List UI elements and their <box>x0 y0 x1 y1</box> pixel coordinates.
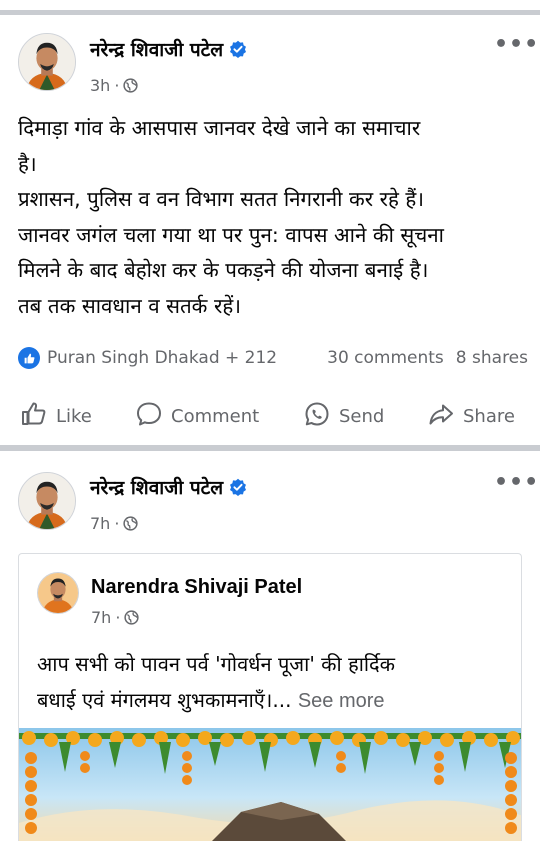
globe-icon <box>123 78 139 93</box>
post1-line: है। <box>18 151 37 176</box>
post-separator <box>0 445 540 451</box>
more-options-icon[interactable]: ••• <box>494 32 539 57</box>
post1-shares-count[interactable]: 8 shares <box>456 348 528 368</box>
post2-meta: 7h · <box>90 514 139 533</box>
post1-comments-count[interactable]: 30 comments <box>327 348 444 368</box>
shared-post-card[interactable]: Narendra Shivaji Patel 7h · आप सभी को पा… <box>18 553 522 841</box>
shared-post-meta: 7h · <box>91 608 140 627</box>
more-options-icon[interactable]: ••• <box>494 470 539 495</box>
post1-text: दिमाड़ा गांव के आसपास जानवर देखे जाने का… <box>18 111 528 324</box>
post2-time[interactable]: 7h <box>90 514 110 533</box>
like-thumb-icon <box>20 400 48 433</box>
like-button[interactable]: Like <box>20 396 92 436</box>
globe-icon <box>123 516 139 531</box>
like-reaction-icon <box>18 347 40 369</box>
comment-label: Comment <box>171 405 260 427</box>
festival-banner-image[interactable] <box>19 728 521 841</box>
post2-avatar[interactable] <box>18 472 76 530</box>
top-separator <box>0 10 540 15</box>
post1-meta: 3h · <box>90 76 139 95</box>
share-button[interactable]: Share <box>427 396 515 436</box>
verified-badge-icon <box>229 478 247 496</box>
post1-line: तब तक सावधान व सतर्क रहें। <box>18 293 241 318</box>
post1-author[interactable]: नरेन्द्र शिवाजी पटेल <box>90 36 247 62</box>
verified-badge-icon <box>229 40 247 58</box>
post1-stats: Puran Singh Dhakad + 212 30 comments 8 s… <box>18 345 528 371</box>
post1-line: मिलने के बाद बेहोश कर के पकड़ने की योजना… <box>18 258 429 282</box>
share-label: Share <box>463 405 515 427</box>
share-arrow-icon <box>427 400 455 433</box>
shared-post-text: आप सभी को पावन पर्व 'गोवर्धन पूजा' की हा… <box>37 646 507 719</box>
see-more-link[interactable]: See more <box>298 690 385 712</box>
post1-time[interactable]: 3h <box>90 76 110 95</box>
post2-author[interactable]: नरेन्द्र शिवाजी पटेल <box>90 474 247 500</box>
post1-line: दिमाड़ा गांव के आसपास जानवर देखे जाने का… <box>18 116 421 140</box>
shared-post-line: आप सभी को पावन पर्व 'गोवर्धन पूजा' की हा… <box>37 652 396 676</box>
shared-post-time[interactable]: 7h <box>91 608 111 627</box>
shared-post-line-2: बधाई एवं मंगलमय शुभकामनाएँ।... <box>37 688 292 712</box>
post1-author-name[interactable]: नरेन्द्र शिवाजी पटेल <box>90 36 223 62</box>
post1-reactions[interactable]: Puran Singh Dhakad + 212 <box>47 348 277 368</box>
post1-line: जानवर जगंल चला गया था पर पुन: वापस आने क… <box>18 222 444 247</box>
comment-button[interactable]: Comment <box>135 396 259 436</box>
post1-line: प्रशासन, पुलिस व वन विभाग सतत निगरानी कर… <box>18 187 425 211</box>
comment-bubble-icon <box>135 400 163 433</box>
shared-post-author[interactable]: Narendra Shivaji Patel <box>91 576 302 599</box>
whatsapp-send-icon <box>303 400 331 433</box>
shared-post-line: बधाई एवं मंगलमय शुभकामनाएँ।... See more <box>37 682 507 719</box>
like-label: Like <box>56 405 92 427</box>
send-button[interactable]: Send <box>303 396 384 436</box>
send-label: Send <box>339 405 385 427</box>
globe-icon <box>124 610 140 625</box>
post2-author-name[interactable]: नरेन्द्र शिवाजी पटेल <box>90 474 223 500</box>
post1-actions: Like Comment Send Share <box>0 396 540 436</box>
shared-post-avatar[interactable] <box>37 572 79 614</box>
post1-avatar[interactable] <box>18 33 76 91</box>
